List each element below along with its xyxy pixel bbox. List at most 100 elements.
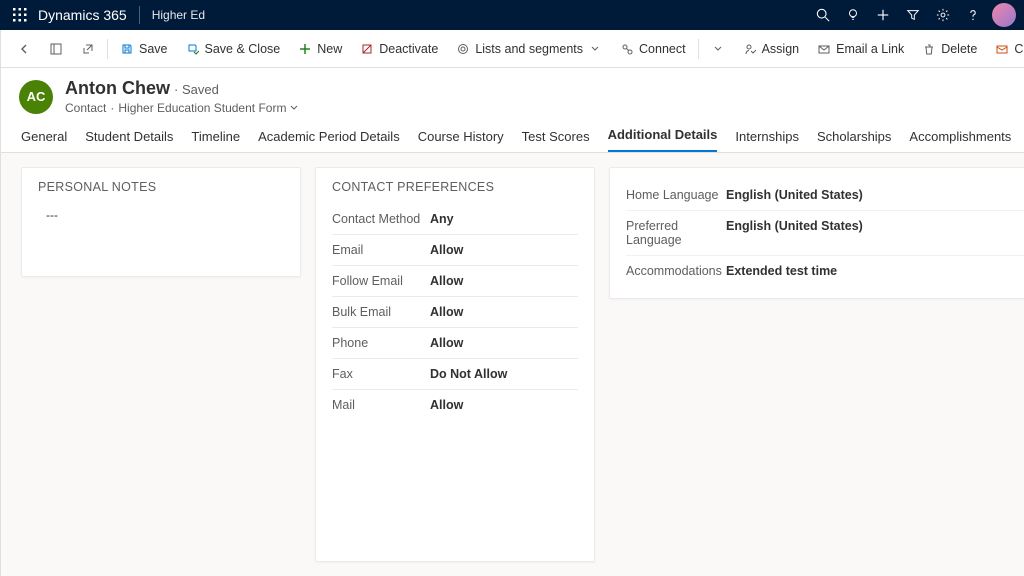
cmd-label: Connect	[639, 42, 686, 56]
chevron-down-icon	[711, 42, 725, 56]
save-button[interactable]: Save	[112, 34, 176, 64]
card-contact-preferences: CONTACT PREFERENCES Contact MethodAny Em…	[315, 167, 595, 562]
brand-label: Dynamics 365	[38, 7, 127, 23]
tab-accomplishments[interactable]: Accomplishments	[909, 129, 1011, 152]
record-entity: Contact	[65, 101, 106, 115]
cmd-label: Save	[139, 42, 168, 56]
assign-button[interactable]: Assign	[735, 34, 808, 64]
field-value: Extended test time	[726, 264, 837, 278]
global-navbar: Dynamics 365 Higher Ed	[0, 0, 1024, 30]
cmd-label: Lists and segments	[475, 42, 583, 56]
command-bar: Save Save & Close New Deactivate Lists a…	[1, 30, 1024, 68]
add-button[interactable]	[868, 0, 898, 30]
connect-split-button[interactable]	[703, 34, 733, 64]
field-accommodations[interactable]: AccommodationsExtended test time	[626, 256, 1024, 286]
tab-additional-details[interactable]: Additional Details	[608, 127, 718, 152]
card-languages-accommodations: Home LanguageEnglish (United States) Pre…	[609, 167, 1024, 299]
filter-button[interactable]	[898, 0, 928, 30]
field-preferred-language[interactable]: Preferred LanguageEnglish (United States…	[626, 211, 1024, 256]
personal-notes-field[interactable]: ---	[38, 204, 284, 226]
tab-timeline[interactable]: Timeline	[191, 129, 240, 152]
card-title: CONTACT PREFERENCES	[332, 180, 578, 194]
cmd-label: Deactivate	[379, 42, 438, 56]
cmd-label: Assign	[762, 42, 800, 56]
lists-segments-button[interactable]: Lists and segments	[448, 34, 610, 64]
field-fax[interactable]: FaxDo Not Allow	[332, 359, 578, 390]
tab-academic-period[interactable]: Academic Period Details	[258, 129, 400, 152]
record-title: Anton Chew	[65, 78, 170, 98]
plus-icon	[298, 42, 312, 56]
waffle-icon	[13, 8, 27, 22]
topbar-divider	[139, 6, 140, 24]
email-link-button[interactable]: Email a Link	[809, 34, 912, 64]
record-header: AC Anton Chew· Saved Contact · Higher Ed…	[1, 68, 1024, 121]
field-value: English (United States)	[726, 219, 863, 247]
plus-icon	[876, 8, 890, 22]
form-selector[interactable]: Higher Education Student Form	[118, 101, 286, 115]
field-value: English (United States)	[726, 188, 863, 202]
cmd-label: New	[317, 42, 342, 56]
field-email[interactable]: EmailAllow	[332, 235, 578, 266]
settings-button[interactable]	[928, 0, 958, 30]
panel-icon	[49, 42, 63, 56]
gear-icon	[936, 8, 950, 22]
field-value: Any	[430, 212, 454, 226]
popout-button[interactable]	[73, 34, 103, 64]
tab-general[interactable]: General	[21, 129, 67, 152]
field-follow-email[interactable]: Follow EmailAllow	[332, 266, 578, 297]
create-invitation-button[interactable]: Create Invitation	[987, 34, 1024, 64]
field-label: Follow Email	[332, 274, 430, 288]
field-label: Preferred Language	[626, 219, 726, 247]
form-tabs: General Student Details Timeline Academi…	[1, 121, 1024, 153]
field-home-language[interactable]: Home LanguageEnglish (United States)	[626, 180, 1024, 211]
user-avatar[interactable]	[992, 3, 1016, 27]
field-bulk-email[interactable]: Bulk EmailAllow	[332, 297, 578, 328]
field-label: Contact Method	[332, 212, 430, 226]
envelope-icon	[995, 42, 1009, 56]
save-close-button[interactable]: Save & Close	[178, 34, 289, 64]
area-label: Higher Ed	[152, 8, 205, 22]
field-value: Allow	[430, 243, 463, 257]
connect-icon	[620, 42, 634, 56]
question-icon	[966, 8, 980, 22]
field-value: Allow	[430, 336, 463, 350]
cmd-label: Delete	[941, 42, 977, 56]
field-value: Allow	[430, 305, 463, 319]
field-label: Home Language	[626, 188, 726, 202]
trash-icon	[922, 42, 936, 56]
field-phone[interactable]: PhoneAllow	[332, 328, 578, 359]
deactivate-button[interactable]: Deactivate	[352, 34, 446, 64]
field-label: Accommodations	[626, 264, 726, 278]
search-button[interactable]	[808, 0, 838, 30]
chevron-down-icon	[290, 104, 298, 112]
lightbulb-button[interactable]	[838, 0, 868, 30]
tab-scholarships[interactable]: Scholarships	[817, 129, 891, 152]
tab-test-scores[interactable]: Test Scores	[522, 129, 590, 152]
tab-internships[interactable]: Internships	[735, 129, 799, 152]
chevron-down-icon	[588, 42, 602, 56]
field-contact-method[interactable]: Contact MethodAny	[332, 204, 578, 235]
target-icon	[456, 42, 470, 56]
form-content: PERSONAL NOTES --- CONTACT PREFERENCES C…	[1, 153, 1024, 576]
delete-button[interactable]: Delete	[914, 34, 985, 64]
field-label: Mail	[332, 398, 430, 412]
cmd-label: Create Invitation	[1014, 42, 1024, 56]
card-personal-notes: PERSONAL NOTES ---	[21, 167, 301, 277]
back-button[interactable]	[9, 34, 39, 64]
app-launcher-button[interactable]	[8, 8, 32, 22]
connect-button[interactable]: Connect	[612, 34, 694, 64]
new-button[interactable]: New	[290, 34, 350, 64]
field-label: Email	[332, 243, 430, 257]
cmd-label: Save & Close	[205, 42, 281, 56]
field-mail[interactable]: MailAllow	[332, 390, 578, 420]
search-icon	[816, 8, 830, 22]
main-area: Save Save & Close New Deactivate Lists a…	[1, 30, 1024, 576]
tab-student-details[interactable]: Student Details	[85, 129, 173, 152]
record-save-status: · Saved	[174, 82, 219, 97]
tab-course-history[interactable]: Course History	[418, 129, 504, 152]
help-button[interactable]	[958, 0, 988, 30]
save-close-icon	[186, 42, 200, 56]
field-label: Fax	[332, 367, 430, 381]
save-icon	[120, 42, 134, 56]
open-record-set-button[interactable]	[41, 34, 71, 64]
